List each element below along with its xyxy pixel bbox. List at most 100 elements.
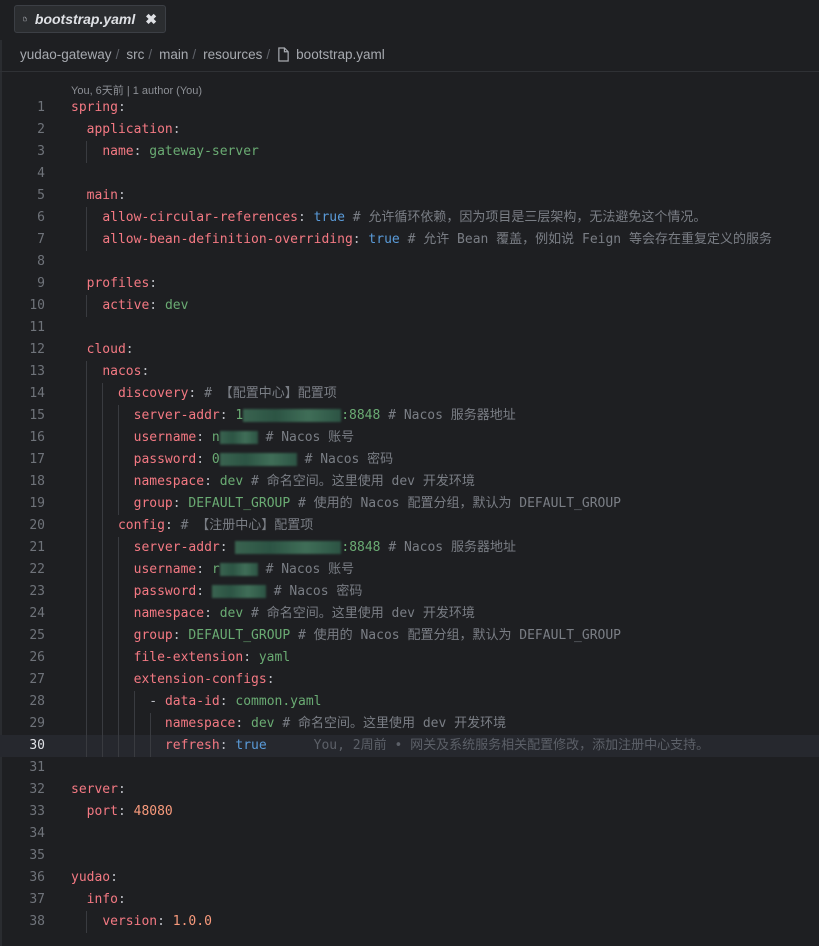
yaml-key: yudao — [71, 870, 111, 885]
breadcrumb-separator: / — [148, 46, 153, 62]
line-number: 22 — [29, 562, 45, 577]
line-number: 36 — [29, 870, 45, 885]
breadcrumb-item[interactable]: resources — [203, 47, 262, 62]
line-number: 20 — [29, 518, 45, 533]
yaml-comment: # Nacos 账号 — [265, 430, 355, 445]
code-editor[interactable]: 1 spring: 2 application: 3 name: gateway-… — [0, 97, 819, 933]
code-line: 25 group: DEFAULT_GROUP # 使用的 Nacos 配置分组… — [0, 625, 819, 647]
yaml-value: DEFAULT_GROUP — [188, 628, 291, 643]
yaml-value: common.yaml — [235, 694, 322, 709]
code-line: 9 profiles: — [0, 273, 819, 295]
breadcrumb-separator: / — [266, 46, 271, 62]
code-line: 13 nacos: — [0, 361, 819, 383]
yaml-key: discovery — [117, 386, 189, 401]
yaml-key: namespace — [164, 716, 236, 731]
line-number: 15 — [29, 408, 45, 423]
line-number: 5 — [37, 188, 45, 203]
yaml-value: dev — [219, 474, 244, 489]
code-line: 28 - data-id: common.yaml — [0, 691, 819, 713]
line-number: 27 — [29, 672, 45, 687]
code-line: 35 — [0, 845, 819, 867]
line-number: 37 — [29, 892, 45, 907]
code-line: 2 application: — [0, 119, 819, 141]
tab-bootstrap-yaml[interactable]: bootstrap.yaml ✖ — [14, 5, 166, 33]
yaml-value: 48080 — [133, 804, 173, 819]
breadcrumb-item[interactable]: main — [159, 47, 188, 62]
yaml-value: true — [368, 232, 400, 247]
redacted-value — [243, 409, 342, 422]
yaml-value: 0 — [211, 452, 220, 467]
yaml-value: :8848 — [341, 540, 381, 555]
yaml-key: group — [133, 628, 173, 643]
line-number: 23 — [29, 584, 45, 599]
line-number: 32 — [29, 782, 45, 797]
code-line: 32 server: — [0, 779, 819, 801]
yaml-key: main — [86, 188, 118, 203]
yaml-comment: # 允许循环依赖，因为项目是三层架构，无法避免这个情况。 — [352, 210, 707, 225]
code-line: 20 config: # 【注册中心】配置项 — [0, 515, 819, 537]
yaml-comment: # 【注册中心】配置项 — [180, 518, 314, 533]
line-number: 3 — [37, 144, 45, 159]
yaml-key: spring — [71, 100, 118, 115]
yaml-dash: - — [149, 694, 165, 709]
line-number: 14 — [29, 386, 45, 401]
code-line: 14 discovery: # 【配置中心】配置项 — [0, 383, 819, 405]
yaml-key: refresh — [164, 738, 220, 753]
line-number: 1 — [37, 100, 45, 115]
code-line: 15 server-addr: 1:8848 # Nacos 服务器地址 — [0, 405, 819, 427]
line-number: 28 — [29, 694, 45, 709]
code-line: 21 server-addr: :8848 # Nacos 服务器地址 — [0, 537, 819, 559]
yaml-key: allow-bean-definition-overriding — [102, 232, 353, 247]
inline-blame[interactable]: You, 2周前 • 网关及系统服务相关配置修改，添加注册中心支持。 — [314, 738, 709, 753]
code-line: 7 allow-bean-definition-overriding: true… — [0, 229, 819, 251]
redacted-value — [219, 431, 258, 444]
breadcrumb: yudao-gateway / src / main / resources / boo… — [20, 44, 385, 64]
file-icon — [23, 16, 27, 22]
line-number: 2 — [37, 122, 45, 137]
line-number: 6 — [37, 210, 45, 225]
line-number: 17 — [29, 452, 45, 467]
line-number: 26 — [29, 650, 45, 665]
code-line: 10 active: dev — [0, 295, 819, 317]
yaml-key: extension-configs — [133, 672, 267, 687]
code-line: 1 spring: — [0, 97, 819, 119]
yaml-value: true — [313, 210, 345, 225]
yaml-key: username — [133, 562, 197, 577]
code-line: 31 — [0, 757, 819, 779]
code-line: 36 yudao: — [0, 867, 819, 889]
yaml-key: port — [86, 804, 118, 819]
yaml-comment: # 允许 Bean 覆盖，例如说 Feign 等会存在重复定义的服务 — [407, 232, 772, 247]
yaml-comment: # Nacos 服务器地址 — [388, 408, 516, 423]
yaml-value: 1 — [235, 408, 244, 423]
yaml-key: group — [133, 496, 173, 511]
close-icon[interactable]: ✖ — [145, 11, 157, 28]
breadcrumb-separator: / — [192, 46, 197, 62]
yaml-value: :8848 — [341, 408, 381, 423]
yaml-value: dev — [251, 716, 275, 731]
breadcrumb-item[interactable]: yudao-gateway — [20, 47, 112, 62]
code-line: 37 info: — [0, 889, 819, 911]
yaml-comment: # 命名空间。这里使用 dev 开发环境 — [251, 474, 475, 489]
redacted-value — [219, 453, 297, 466]
line-number: 7 — [37, 232, 45, 247]
redacted-value — [211, 585, 266, 598]
code-line: 33 port: 48080 — [0, 801, 819, 823]
line-number: 9 — [37, 276, 45, 291]
breadcrumb-item[interactable]: src — [126, 47, 144, 62]
line-number: 35 — [29, 848, 45, 863]
blame-codelens[interactable]: You, 6天前 | 1 author (You) — [71, 82, 202, 98]
yaml-key: server-addr — [133, 408, 220, 423]
code-line: 38 version: 1.0.0 — [0, 911, 819, 933]
yaml-key: server-addr — [133, 540, 220, 555]
breadcrumb-item[interactable]: bootstrap.yaml — [296, 47, 385, 62]
yaml-comment: # Nacos 服务器地址 — [388, 540, 516, 555]
code-line: 29 namespace: dev # 命名空间。这里使用 dev 开发环境 — [0, 713, 819, 735]
yaml-value: yaml — [258, 650, 291, 665]
line-number: 38 — [29, 914, 45, 929]
code-line: 24 namespace: dev # 命名空间。这里使用 dev 开发环境 — [0, 603, 819, 625]
yaml-comment: # 【配置中心】配置项 — [204, 386, 337, 401]
line-number: 31 — [29, 760, 45, 775]
line-number: 25 — [29, 628, 45, 643]
breadcrumb-separator: / — [115, 46, 120, 62]
yaml-value: dev — [219, 606, 244, 621]
